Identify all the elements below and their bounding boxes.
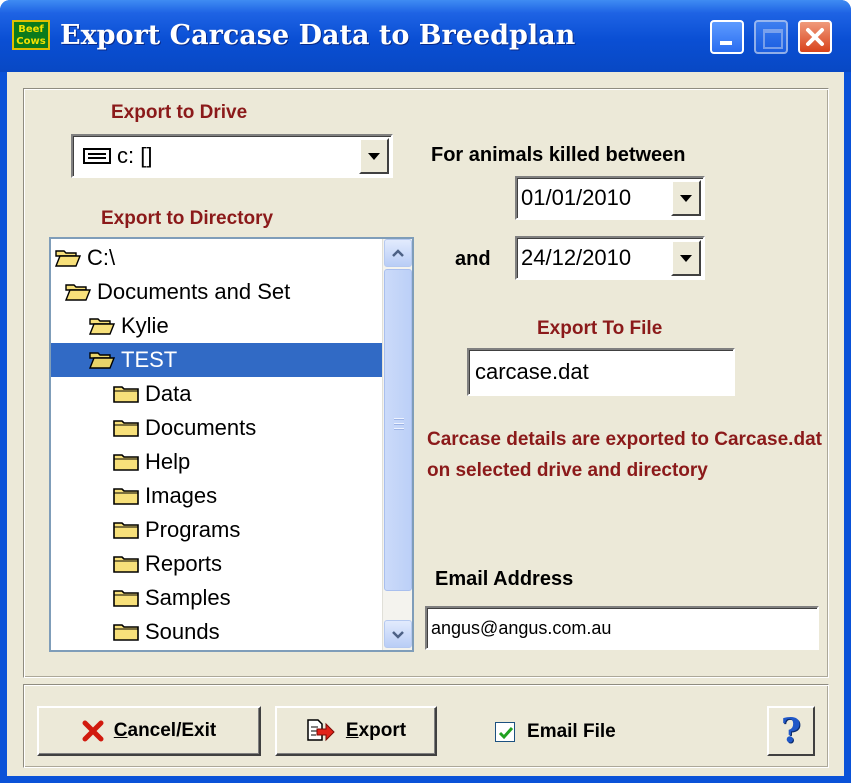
- email-address-input[interactable]: angus@angus.com.au: [425, 606, 819, 650]
- close-button[interactable]: [798, 20, 832, 54]
- directory-item-label: TEST: [121, 347, 178, 372]
- email-file-hotkey: E: [527, 721, 540, 742]
- folder-icon: [113, 420, 139, 437]
- export-label-rest: xport: [358, 720, 407, 741]
- help-button[interactable]: ?: [767, 706, 815, 756]
- email-file-label-rest: mail File: [539, 721, 616, 742]
- cancel-exit-button[interactable]: Cancel/Exit: [37, 706, 261, 756]
- export-to-drive-label: Export to Drive: [111, 102, 248, 123]
- open-folder-icon: [89, 352, 115, 369]
- drive-select[interactable]: c: []: [71, 134, 393, 178]
- directory-item[interactable]: TEST: [51, 343, 382, 377]
- scroll-up-button[interactable]: [384, 239, 412, 267]
- export-file-input[interactable]: carcase.dat: [467, 348, 735, 396]
- email-file-checkbox-box[interactable]: [495, 722, 515, 742]
- directory-item-label: Programs: [145, 517, 241, 542]
- title-bar[interactable]: Beef Cows Export Carcase Data to Breedpla…: [0, 0, 851, 72]
- directory-item-label: Help: [145, 449, 191, 474]
- dialog-body: Export to Drive c: [] Export to Director…: [7, 72, 844, 776]
- email-file-checkbox[interactable]: Email File: [495, 716, 616, 748]
- cancel-x-icon: [82, 720, 104, 742]
- chevron-up-icon: [392, 249, 404, 257]
- folder-icon: [113, 454, 139, 471]
- folder-icon: [113, 488, 139, 505]
- directory-scrollbar[interactable]: [382, 239, 412, 650]
- minimize-button[interactable]: [710, 20, 744, 54]
- to-date-value: 24/12/2010: [521, 245, 632, 270]
- directory-item[interactable]: Documents: [51, 411, 256, 445]
- directory-item[interactable]: Help: [51, 445, 190, 479]
- directory-item[interactable]: Reports: [51, 547, 222, 581]
- to-date-picker[interactable]: 24/12/2010: [515, 236, 705, 280]
- email-address-label: Email Address: [435, 568, 574, 590]
- directory-item-label: Images: [145, 483, 218, 508]
- export-to-directory-label: Export to Directory: [101, 208, 274, 229]
- scroll-thumb[interactable]: [384, 269, 412, 591]
- export-to-file-label: Export To File: [537, 318, 663, 339]
- drive-select-value: c: []: [117, 143, 153, 168]
- directory-item[interactable]: C:\: [51, 241, 115, 275]
- folder-icon: [113, 624, 139, 641]
- folder-icon: [113, 590, 139, 607]
- directory-item[interactable]: Kylie: [51, 309, 169, 343]
- and-label: and: [455, 248, 491, 270]
- directory-item[interactable]: Programs: [51, 513, 240, 547]
- export-button[interactable]: Export: [275, 706, 437, 756]
- export-notice-text: Carcase details are exported to Carcase.…: [427, 429, 822, 481]
- directory-item-label: Reports: [145, 551, 223, 576]
- date-range-label: For animals killed between: [431, 144, 686, 166]
- close-icon: [806, 28, 824, 46]
- maximize-button[interactable]: [754, 20, 788, 54]
- folder-icon: [113, 556, 139, 573]
- window-title: Export Carcase Data to Breedplan: [60, 20, 576, 51]
- directory-item-label: Documents: [145, 415, 257, 440]
- export-icon: [307, 719, 335, 742]
- directory-item-label: Documents and Set: [97, 279, 291, 304]
- directory-item-label: Sounds: [145, 619, 220, 644]
- directory-item[interactable]: Images: [51, 479, 217, 513]
- export-hotkey: E: [345, 720, 359, 741]
- chevron-down-icon: [392, 631, 404, 639]
- drive-icon: [83, 148, 111, 164]
- cancel-label-rest: ancel/Exit: [127, 720, 217, 741]
- app-icon: Beef Cows: [12, 20, 50, 50]
- directory-item-label: Samples: [145, 585, 231, 610]
- folder-icon: [113, 386, 139, 403]
- drive-dropdown-button[interactable]: [359, 138, 389, 174]
- directory-item-label: Data: [145, 381, 192, 406]
- directory-item-label: C:\: [87, 245, 116, 270]
- cancel-hotkey: C: [113, 720, 128, 741]
- from-date-picker[interactable]: 01/01/2010: [515, 176, 705, 220]
- open-folder-icon: [89, 318, 115, 335]
- directory-item[interactable]: Sounds: [51, 615, 220, 649]
- folder-icon: [113, 522, 139, 539]
- directory-list[interactable]: C:\ Documents and Set Kylie TEST Data Documen…: [49, 237, 414, 652]
- open-folder-icon: [65, 284, 91, 301]
- to-date-dropdown-button[interactable]: [671, 240, 701, 276]
- checkmark-icon: [498, 727, 514, 740]
- from-date-dropdown-button[interactable]: [671, 180, 701, 216]
- directory-item[interactable]: Data: [51, 377, 191, 411]
- scroll-down-button[interactable]: [384, 620, 412, 648]
- directory-item[interactable]: Documents and Set: [51, 275, 290, 309]
- directory-item[interactable]: Samples: [51, 581, 231, 615]
- dialog-window: Beef Cows Export Carcase Data to Breedpla…: [0, 0, 851, 783]
- from-date-value: 01/01/2010: [521, 185, 632, 210]
- open-folder-icon: [55, 250, 81, 267]
- directory-item-label: Kylie: [121, 313, 169, 338]
